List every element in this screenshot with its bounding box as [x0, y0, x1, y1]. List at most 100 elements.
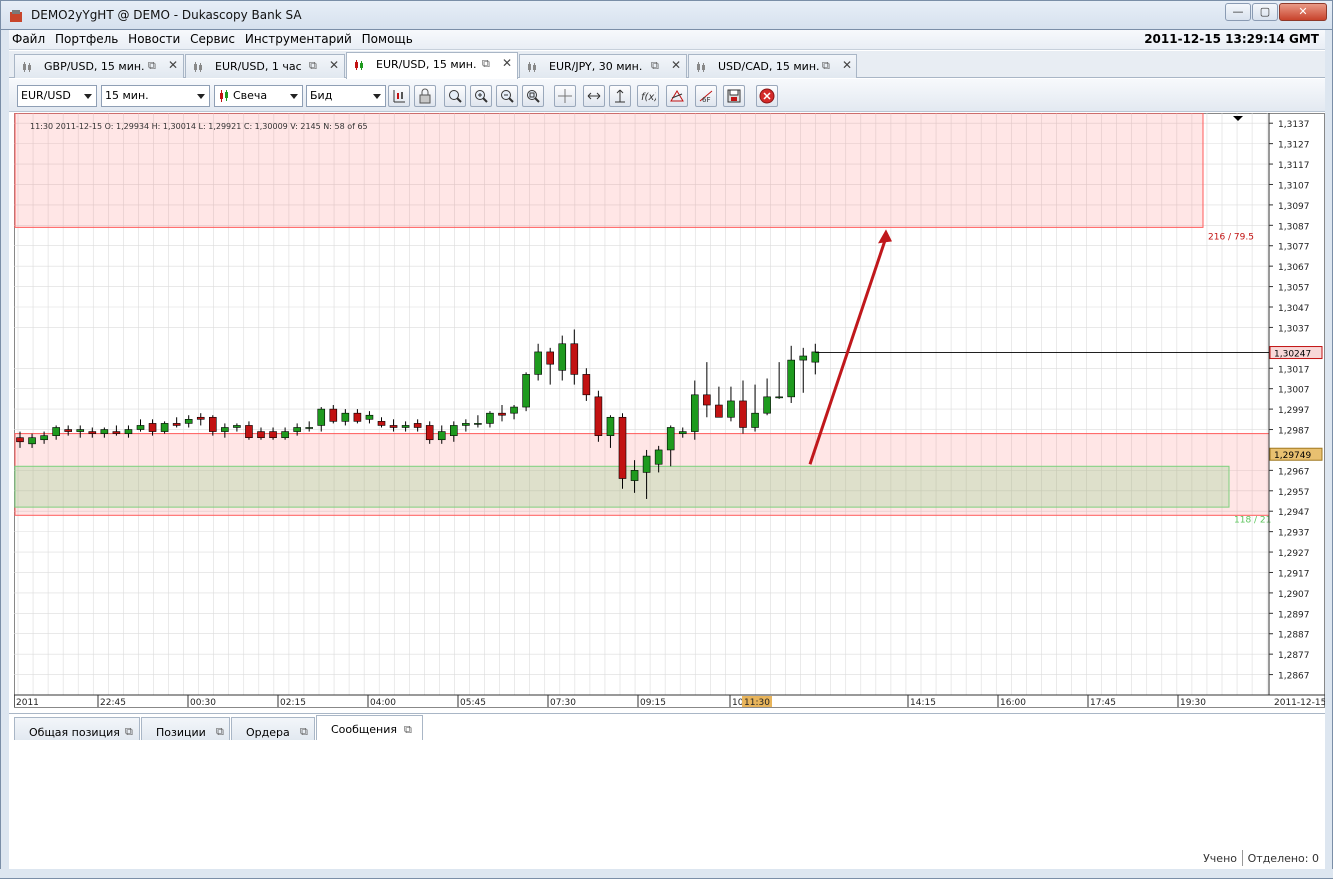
- price-chart[interactable]: 1,3137 1,3127 1,3117 1,3107 1,3097 1,3087 1,30…: [13, 112, 1326, 708]
- crosshair-icon: [558, 89, 572, 103]
- menu-bar: Файл Портфель Новости Сервис Инструмента…: [9, 30, 1325, 50]
- maximize-button[interactable]: ▢: [1252, 3, 1278, 21]
- detach-icon[interactable]: ⧉: [309, 59, 317, 73]
- save-template-button[interactable]: [723, 85, 745, 107]
- menu-help[interactable]: Помощь: [359, 30, 416, 46]
- close-tab-icon[interactable]: ✕: [502, 56, 512, 70]
- period-start-button[interactable]: [388, 85, 410, 107]
- candle-body-down: [570, 343, 579, 375]
- zoom-area-button[interactable]: [444, 85, 466, 107]
- minimize-button[interactable]: —: [1225, 3, 1251, 21]
- detach-icon[interactable]: ⧉: [148, 59, 156, 73]
- price-side-select-value: Бид: [310, 89, 333, 102]
- candle-body-down: [64, 429, 73, 432]
- tab-messages[interactable]: Сообщения ⧉: [316, 715, 423, 741]
- close-tab-icon[interactable]: ✕: [329, 58, 339, 72]
- pan-button[interactable]: [583, 85, 605, 107]
- server-clock: 2011-12-15 13:29:14 GMT: [1144, 32, 1319, 46]
- candle-body-up: [305, 427, 314, 429]
- candle-body-down: [88, 431, 97, 434]
- tab-label: Общая позиция: [29, 726, 120, 739]
- candle-body-down: [715, 404, 723, 418]
- candle-body-up: [775, 396, 783, 399]
- indicator-button[interactable]: f(x): [637, 85, 659, 107]
- fibonacci-button[interactable]: 6F: [695, 85, 717, 107]
- detach-icon[interactable]: ⧉: [300, 725, 308, 739]
- zoom-area-icon: [449, 90, 462, 103]
- x-tick-label: 17:45: [1090, 698, 1116, 708]
- close-tab-icon[interactable]: ✕: [168, 58, 178, 72]
- messages-panel[interactable]: [9, 740, 1325, 868]
- bottom-panel-tabs: Общая позиция ⧉ Позиции ⧉ Ордера ⧉ Сообщ…: [9, 713, 1325, 741]
- candle-body-up: [751, 412, 759, 428]
- chart-toolbar: EUR/USD 15 мин. Свеча Бид f(x) 6F: [9, 79, 1325, 112]
- detach-icon[interactable]: ⧉: [216, 725, 224, 739]
- tab-eurusd-15m[interactable]: EUR/USD, 15 мин. ⧉ ✕: [346, 52, 518, 79]
- candle-body-down: [389, 425, 398, 428]
- zoom-fit-button[interactable]: [522, 85, 544, 107]
- detach-icon[interactable]: ⧉: [125, 725, 133, 739]
- candle-body-up: [799, 355, 808, 361]
- menu-service[interactable]: Сервис: [187, 30, 238, 46]
- chevron-down-icon: [197, 94, 205, 99]
- tab-gbpusd-15m[interactable]: GBP/USD, 15 мин. ⧉ ✕: [14, 54, 184, 78]
- chart-type-select[interactable]: Свеча: [214, 85, 303, 107]
- save-template-icon: [727, 89, 741, 103]
- tab-orders[interactable]: Ордера ⧉: [231, 717, 315, 741]
- close-window-button[interactable]: ✕: [1279, 3, 1327, 21]
- detach-icon[interactable]: ⧉: [651, 59, 659, 73]
- tab-positions[interactable]: Позиции ⧉: [141, 717, 230, 741]
- y-tick-label: 1,2937: [1278, 529, 1310, 539]
- zone-label: 216 / 79.5: [1208, 232, 1254, 242]
- tab-period: 30 мин.: [598, 60, 643, 73]
- candle-body-up: [678, 431, 687, 434]
- candle-chart-icon: [23, 62, 31, 72]
- zoom-in-button[interactable]: [470, 85, 492, 107]
- price-side-select[interactable]: Бид: [306, 85, 386, 107]
- zoom-out-icon: [501, 90, 514, 103]
- menu-file[interactable]: Файл: [9, 30, 48, 46]
- candle-body-down: [172, 423, 181, 426]
- tab-label: Позиции: [156, 726, 206, 739]
- x-tick-label: 19:30: [1180, 698, 1206, 708]
- vertical-scale-button[interactable]: [609, 85, 631, 107]
- close-tab-icon[interactable]: ✕: [842, 58, 852, 72]
- instrument-select[interactable]: EUR/USD: [17, 85, 97, 107]
- x-highlight-label: 11:30: [744, 698, 770, 708]
- candle-body-down: [209, 416, 217, 432]
- candlestick-chart[interactable]: 1,3137 1,3127 1,3117 1,3107 1,3097 1,3087 1,30…: [13, 112, 1326, 708]
- lock-button[interactable]: [414, 85, 436, 107]
- drawings-button[interactable]: [666, 85, 688, 107]
- tab-usdcad-15m[interactable]: USD/CAD, 15 мин. ⧉ ✕: [688, 54, 857, 78]
- candle-body-up: [341, 412, 350, 422]
- candle-body-down: [618, 416, 627, 479]
- menu-tools[interactable]: Инструментарий: [242, 30, 355, 46]
- close-tab-icon[interactable]: ✕: [671, 58, 681, 72]
- period-select[interactable]: 15 мин.: [101, 85, 210, 107]
- tab-eurjpy-30m[interactable]: EUR/JPY, 30 мин. ⧉ ✕: [519, 54, 687, 78]
- candle-chart-icon: [697, 62, 705, 72]
- zoom-out-button[interactable]: [496, 85, 518, 107]
- detach-icon[interactable]: ⧉: [822, 59, 830, 73]
- candle-body-up: [40, 435, 48, 441]
- pan-icon: [587, 92, 601, 100]
- menu-news[interactable]: Новости: [125, 30, 183, 46]
- menu-portfolio[interactable]: Портфель: [52, 30, 121, 46]
- instrument-select-value: EUR/USD: [21, 89, 71, 102]
- candle-body-down: [148, 423, 157, 432]
- chart-tab-bar: GBP/USD, 15 мин. ⧉ ✕ EUR/USD, 1 час ⧉ ✕ …: [9, 51, 1325, 79]
- crosshair-button[interactable]: [554, 85, 576, 107]
- period-select-value: 15 мин.: [105, 89, 149, 102]
- tab-instrument: EUR/USD: [376, 58, 426, 71]
- candle-body-down: [425, 425, 434, 441]
- x-tick-label: 10: [732, 698, 744, 708]
- close-chart-button[interactable]: [756, 85, 778, 107]
- candle-body-down: [377, 421, 386, 426]
- tab-total-position[interactable]: Общая позиция ⧉: [14, 717, 140, 741]
- period-start-icon: [393, 90, 405, 103]
- detach-icon[interactable]: ⧉: [482, 57, 490, 71]
- candle-body-up: [233, 425, 241, 428]
- detach-icon[interactable]: ⧉: [404, 723, 412, 737]
- candle-body-up: [462, 423, 470, 426]
- tab-eurusd-1h[interactable]: EUR/USD, 1 час ⧉ ✕: [185, 54, 345, 78]
